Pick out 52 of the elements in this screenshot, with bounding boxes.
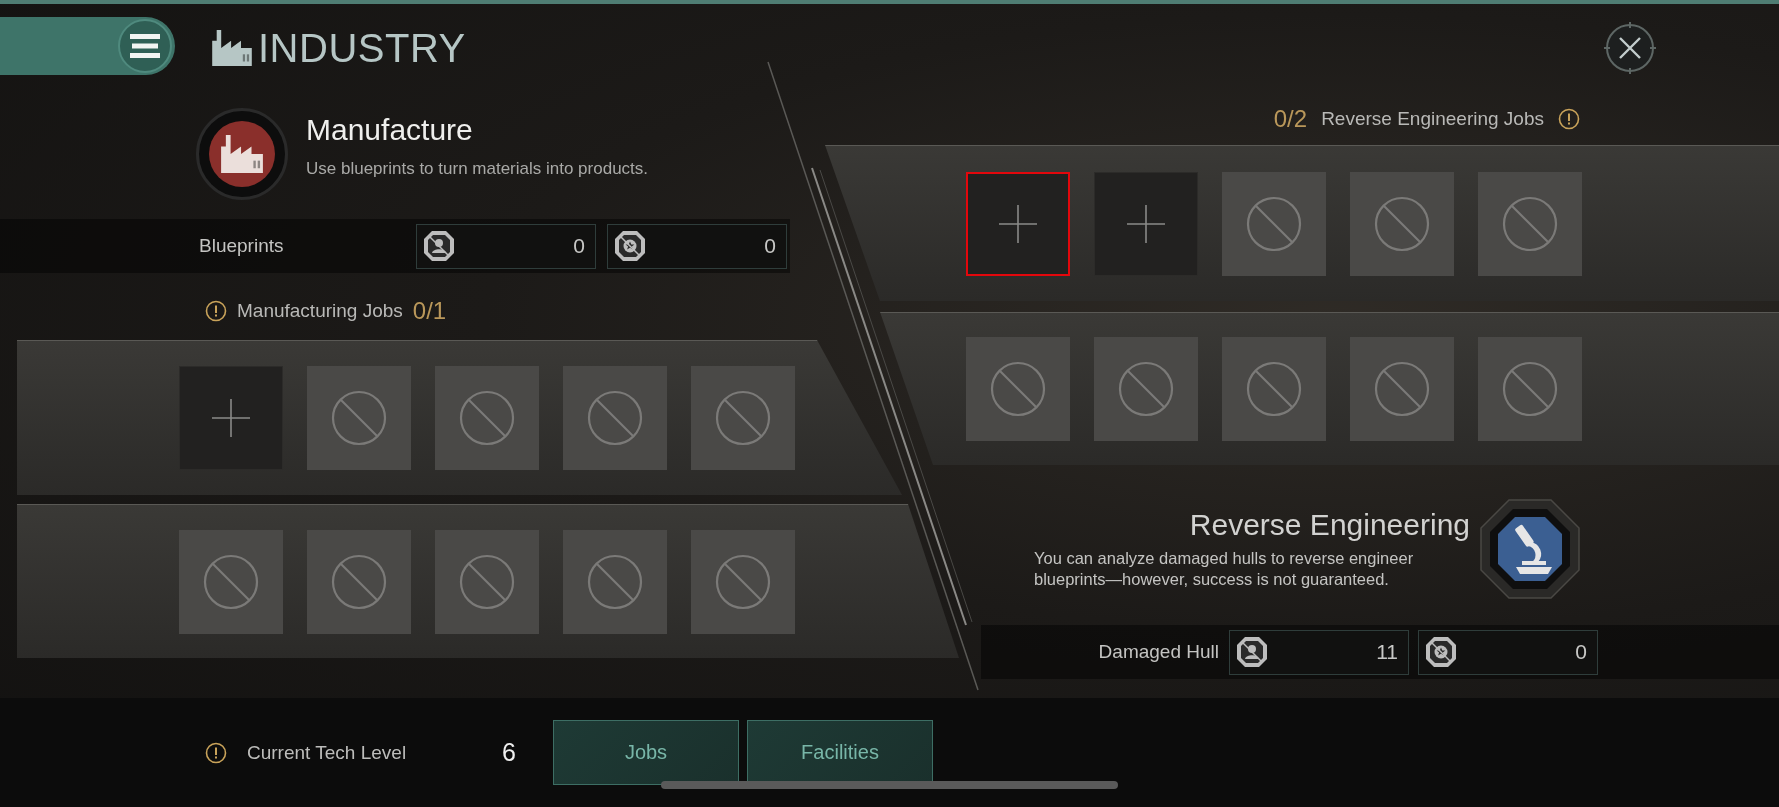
blocked-icon	[459, 390, 515, 446]
factory-icon	[221, 134, 263, 173]
plus-icon	[212, 399, 250, 437]
jobs-count: 0/1	[412, 296, 447, 325]
blocked-icon	[990, 361, 1046, 417]
tech-level-label: Current Tech Level	[247, 741, 408, 764]
blocked-icon	[1502, 361, 1558, 417]
section-description: Use blueprints to turn materials into products.	[306, 158, 649, 179]
blocked-icon	[1374, 195, 1430, 252]
blocked-icon	[203, 553, 259, 610]
blocked-icon	[1502, 195, 1558, 252]
blocked-icon	[587, 553, 643, 610]
warning-icon[interactable]	[1558, 107, 1580, 130]
microscope-icon	[1478, 497, 1582, 601]
blocked-icon	[715, 553, 771, 610]
blocked-icon	[459, 553, 515, 610]
blocked-icon	[1118, 361, 1174, 417]
star-token-icon	[1425, 636, 1457, 668]
close-button[interactable]	[1603, 21, 1657, 75]
person-token-icon	[1236, 636, 1268, 668]
blocked-icon	[1246, 361, 1302, 417]
blocked-icon	[1374, 361, 1430, 417]
screen-title: INDUSTRY	[258, 26, 466, 70]
section-title: Manufacture	[306, 112, 474, 147]
count-value: 0	[1575, 640, 1587, 664]
blocked-icon	[331, 553, 387, 610]
person-token-icon	[423, 230, 455, 262]
count-value: 11	[1376, 640, 1398, 664]
warning-icon[interactable]	[205, 299, 227, 322]
tech-level-value: 6	[501, 738, 517, 767]
star-token-icon	[614, 230, 646, 262]
damaged-hull-label: Damaged Hull	[1097, 641, 1219, 663]
jobs-label: Manufacturing Jobs	[237, 299, 403, 322]
blueprints-label: Blueprints	[199, 235, 285, 257]
section-title: Reverse Engineering	[1189, 508, 1470, 542]
blocked-icon	[331, 390, 387, 446]
factory-icon	[212, 30, 252, 66]
menu-button[interactable]	[118, 19, 172, 73]
plus-icon	[999, 204, 1037, 243]
jobs-label: Reverse Engineering Jobs	[1321, 107, 1544, 130]
count-value: 0	[573, 234, 585, 258]
blocked-icon	[587, 390, 643, 446]
section-description: You can analyze damaged hulls to reverse engineer blueprints—however, success is not guaranteed.	[1034, 548, 1415, 590]
blocked-icon	[1246, 195, 1302, 252]
warning-icon[interactable]	[205, 741, 227, 764]
jobs-count: 0/2	[1273, 104, 1308, 133]
plus-icon	[1127, 204, 1165, 243]
menu-icon	[130, 33, 160, 59]
blocked-icon	[715, 390, 771, 446]
nav-button[interactable]: Jobs	[553, 720, 739, 785]
count-value: 0	[764, 234, 776, 258]
add-slot[interactable]	[966, 171, 1070, 276]
